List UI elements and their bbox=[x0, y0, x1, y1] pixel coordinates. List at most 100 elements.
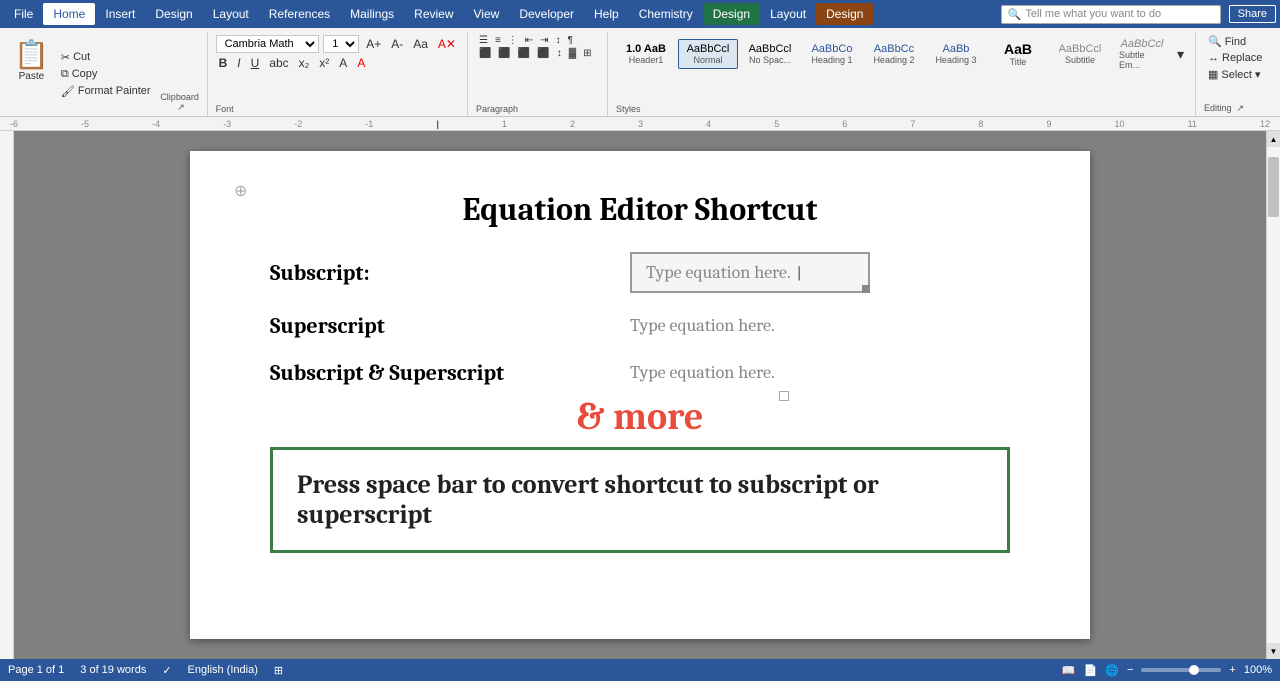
superscript-equation-area[interactable]: Type equation here. bbox=[630, 311, 775, 340]
strikethrough-button[interactable]: abc bbox=[266, 55, 291, 71]
menu-references[interactable]: References bbox=[259, 3, 340, 25]
scroll-up-button[interactable]: ▲ bbox=[1267, 131, 1280, 147]
style-subtle-preview: AaBbCcl bbox=[1121, 38, 1164, 50]
font-shrink-button[interactable]: A- bbox=[388, 36, 406, 52]
line-spacing-button[interactable]: ↕ bbox=[554, 47, 565, 60]
subscript-button[interactable]: x₂ bbox=[296, 55, 313, 71]
replace-button[interactable]: ↔ Replace bbox=[1204, 51, 1268, 65]
print-layout-icon[interactable]: 📄 bbox=[1084, 664, 1098, 677]
move-handle[interactable]: ⊕ bbox=[234, 181, 247, 201]
clear-all-formatting-button[interactable]: A✕ bbox=[435, 36, 459, 52]
copy-button[interactable]: ⧉ Copy bbox=[57, 67, 155, 82]
sub-super-equation-text: Type equation here. bbox=[630, 362, 775, 383]
selection-handle[interactable] bbox=[779, 391, 789, 401]
menu-mailings[interactable]: Mailings bbox=[340, 3, 404, 25]
style-heading2[interactable]: AaBbCc Heading 2 bbox=[864, 39, 924, 69]
select-icon: ▦ bbox=[1208, 68, 1218, 81]
menu-review[interactable]: Review bbox=[404, 3, 463, 25]
clear-formatting-button[interactable]: Aa bbox=[410, 36, 431, 52]
style-header1-preview: 1.0 AaB bbox=[626, 43, 666, 55]
clipboard-label: Clipboard ↗ bbox=[157, 89, 203, 114]
superscript-button[interactable]: x² bbox=[316, 55, 332, 71]
info-text: Press space bar to convert shortcut to s… bbox=[297, 470, 879, 530]
menu-insert[interactable]: Insert bbox=[95, 3, 145, 25]
multilevel-list-button[interactable]: ⋮ bbox=[505, 34, 521, 47]
replace-icon: ↔ bbox=[1208, 52, 1219, 64]
find-button[interactable]: 🔍 Find bbox=[1204, 34, 1268, 49]
sub-super-equation-area[interactable]: Type equation here. bbox=[630, 358, 775, 387]
web-layout-icon[interactable]: 🌐 bbox=[1105, 664, 1119, 677]
menu-view[interactable]: View bbox=[464, 3, 510, 25]
word-count: 3 of 19 words bbox=[80, 664, 146, 676]
cursor: | bbox=[797, 264, 802, 282]
numbered-list-button[interactable]: ≡ bbox=[492, 34, 504, 47]
shading-button[interactable]: ▓ bbox=[566, 47, 579, 60]
show-formatting-button[interactable]: ¶ bbox=[565, 34, 576, 47]
menu-developer[interactable]: Developer bbox=[509, 3, 584, 25]
style-no-space[interactable]: AaBbCcl No Spac... bbox=[740, 39, 800, 69]
scroll-track[interactable] bbox=[1267, 147, 1280, 643]
style-subtle[interactable]: AaBbCcl Subtle Em... bbox=[1112, 34, 1172, 74]
style-normal[interactable]: AaBbCcl Normal bbox=[678, 39, 738, 69]
increase-indent-button[interactable]: ⇥ bbox=[537, 34, 551, 47]
zoom-in-button[interactable]: + bbox=[1229, 664, 1235, 676]
format-painter-button[interactable]: 🖌 Format Painter bbox=[57, 84, 155, 99]
zoom-slider[interactable] bbox=[1141, 668, 1221, 672]
menu-file[interactable]: File bbox=[4, 3, 43, 25]
font-size-select[interactable]: 16 bbox=[323, 35, 359, 53]
align-center-button[interactable]: ⬛ bbox=[495, 47, 513, 60]
menu-layout2[interactable]: Layout bbox=[760, 3, 816, 25]
justify-button[interactable]: ⬛ bbox=[534, 47, 552, 60]
styles-expand-button[interactable]: ▾ bbox=[1174, 45, 1187, 64]
bold-button[interactable]: B bbox=[216, 55, 231, 71]
bullets-button[interactable]: ☰ bbox=[476, 34, 491, 47]
tell-me-search[interactable]: 🔍 Tell me what you want to do bbox=[1001, 5, 1221, 24]
style-heading1[interactable]: AaBbCo Heading 1 bbox=[802, 39, 862, 69]
font-color-button[interactable]: A bbox=[354, 55, 368, 71]
align-right-button[interactable]: ⬛ bbox=[515, 47, 533, 60]
align-left-button[interactable]: ⬛ bbox=[476, 47, 494, 60]
menu-layout[interactable]: Layout bbox=[203, 3, 259, 25]
zoom-out-button[interactable]: − bbox=[1127, 664, 1133, 676]
menu-help[interactable]: Help bbox=[584, 3, 629, 25]
resize-handle[interactable] bbox=[862, 285, 870, 293]
find-icon: 🔍 bbox=[1208, 35, 1222, 48]
borders-button[interactable]: ⊞ bbox=[580, 47, 594, 60]
superscript-equation-text: Type equation here. bbox=[630, 315, 775, 336]
menu-design2[interactable]: Design bbox=[703, 3, 760, 25]
proofing-icon[interactable]: ✓ bbox=[162, 664, 171, 677]
share-button[interactable]: Share bbox=[1229, 5, 1276, 23]
style-no-space-preview: AaBbCcl bbox=[749, 43, 792, 55]
style-header1[interactable]: 1.0 AaB Header1 bbox=[616, 39, 676, 69]
styles-group: 1.0 AaB Header1 AaBbCcl Normal AaBbCcl N… bbox=[608, 32, 1196, 116]
highlight-button[interactable]: A bbox=[336, 55, 350, 71]
font-grow-button[interactable]: A+ bbox=[363, 36, 384, 52]
scroll-thumb[interactable] bbox=[1268, 157, 1279, 217]
read-mode-icon[interactable]: 📖 bbox=[1062, 664, 1076, 677]
menu-home[interactable]: Home bbox=[43, 3, 95, 25]
menu-design[interactable]: Design bbox=[145, 3, 202, 25]
menu-chemistry[interactable]: Chemistry bbox=[629, 3, 703, 25]
select-button[interactable]: ▦ Select ▾ bbox=[1204, 67, 1268, 82]
underline-button[interactable]: U bbox=[248, 55, 263, 71]
font-name-select[interactable]: Cambria Math bbox=[216, 35, 320, 53]
sort-button[interactable]: ↕ bbox=[553, 34, 564, 47]
paste-button[interactable]: 📋 Paste bbox=[8, 34, 55, 114]
style-heading3-name: Heading 3 bbox=[935, 55, 976, 65]
style-title[interactable]: AaB Title bbox=[988, 37, 1048, 71]
cut-button[interactable]: ✂ Cut bbox=[57, 50, 155, 65]
scroll-down-button[interactable]: ▼ bbox=[1267, 643, 1280, 659]
styles-row: 1.0 AaB Header1 AaBbCcl Normal AaBbCcl N… bbox=[616, 34, 1187, 74]
italic-button[interactable]: I bbox=[234, 55, 243, 71]
document-map-icon[interactable]: ⊞ bbox=[274, 664, 283, 677]
style-heading3[interactable]: AaBb Heading 3 bbox=[926, 39, 986, 69]
search-placeholder: Tell me what you want to do bbox=[1025, 8, 1161, 20]
style-subtitle[interactable]: AaBbCcl Subtitle bbox=[1050, 39, 1110, 69]
style-heading2-name: Heading 2 bbox=[873, 55, 914, 65]
document-scroll[interactable]: ⊕ Equation Editor Shortcut Subscript: Ty… bbox=[14, 131, 1266, 659]
decrease-indent-button[interactable]: ⇤ bbox=[522, 34, 536, 47]
paragraph-group: ☰ ≡ ⋮ ⇤ ⇥ ↕ ¶ ⬛ ⬛ ⬛ ⬛ ↕ ▓ ⊞ Paragraph bbox=[468, 32, 608, 116]
para-list-row: ☰ ≡ ⋮ ⇤ ⇥ ↕ ¶ bbox=[476, 34, 599, 47]
menu-design3[interactable]: Design bbox=[816, 3, 873, 25]
subscript-equation-box[interactable]: Type equation here. | bbox=[630, 252, 870, 293]
